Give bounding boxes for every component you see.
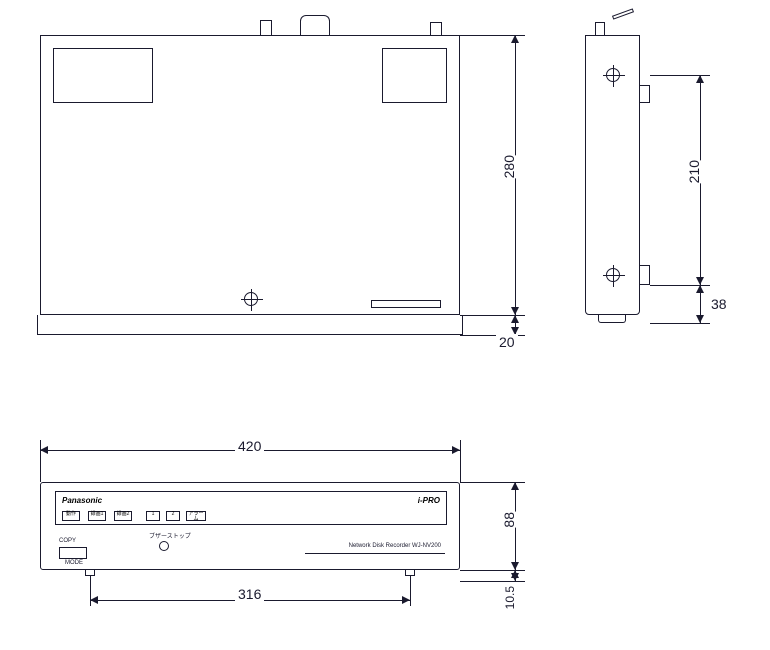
side-view-body (585, 35, 640, 315)
dim-20-label: 20 (496, 334, 518, 350)
led-1: 動作 (62, 511, 80, 521)
top-tab-2 (300, 15, 330, 35)
top-tab-1 (260, 20, 272, 35)
led-5: 2 (166, 511, 180, 521)
dim-210-label: 210 (683, 160, 705, 183)
brand-label: Panasonic (62, 496, 102, 505)
dim-10-5-label: 10.5 (500, 586, 520, 609)
dim-38-label: 38 (708, 296, 730, 312)
buzzer-button (159, 541, 169, 551)
screw-mark-icon (244, 292, 258, 306)
led-2: 録画1 (88, 511, 106, 521)
side-connector-bottom (640, 265, 650, 285)
dim-316-label: 316 (235, 586, 264, 602)
side-foot (598, 315, 626, 323)
top-cutout-right (382, 48, 447, 103)
side-screw-top-icon (606, 68, 620, 82)
dim-88-label: 88 (498, 512, 520, 528)
dim-20 (515, 315, 516, 335)
dim-38 (700, 285, 701, 323)
side-connector-top (640, 85, 650, 103)
led-3: 録画2 (114, 511, 132, 521)
front-view-body: Panasonic i-PRO 動作 録画1 録画2 1 2 アラーム COPY… (40, 482, 460, 570)
side-screw-bottom-icon (606, 268, 620, 282)
label-slot (371, 300, 441, 308)
dim-420-label: 420 (235, 438, 264, 454)
dim-280-label: 280 (498, 155, 520, 178)
copy-label: COPY (59, 538, 76, 544)
buzzer-label: ブザーストップ (149, 531, 191, 540)
front-upper-panel: Panasonic i-PRO 動作 録画1 録画2 1 2 アラーム (55, 491, 447, 525)
side-tab-1 (595, 22, 605, 35)
top-tab-3 (430, 22, 442, 35)
top-view-body (40, 35, 460, 315)
mode-label: MODE (65, 560, 83, 566)
side-tab-2 (612, 8, 634, 19)
top-cutout-left (53, 48, 153, 103)
led-6: アラーム (186, 511, 206, 521)
series-label: i-PRO (418, 496, 440, 505)
led-4: 1 (146, 511, 160, 521)
dim-10-5 (515, 570, 516, 581)
usb-port (59, 547, 87, 559)
top-view-base (37, 315, 463, 335)
product-label: Network Disk Recorder WJ-NV200 (349, 543, 441, 549)
